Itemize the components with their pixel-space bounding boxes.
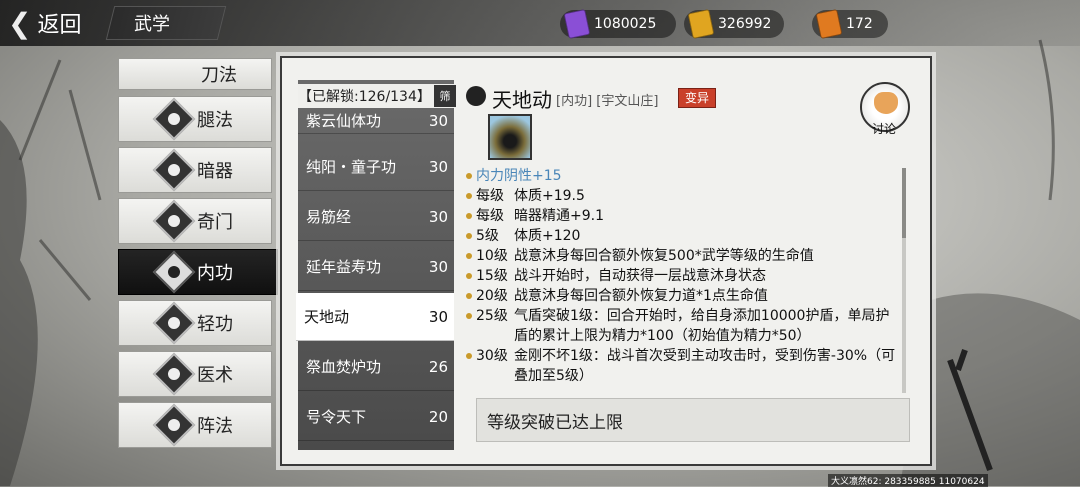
effect-row: 内力阴性+15 — [466, 166, 902, 186]
effect-scroll-thumb[interactable] — [902, 168, 906, 238]
list-item[interactable]: 号令天下 20 — [298, 393, 454, 441]
tab-label: 阵法 — [197, 416, 233, 437]
cat-avatar-icon — [874, 92, 898, 114]
bullet-icon — [466, 253, 472, 259]
effect-row: 25级 气盾突破1级：回合开始时，给自身添加10000护盾，单局护盾的累计上限为精… — [466, 306, 902, 346]
fire-token-icon — [815, 8, 843, 40]
skill-name: 天地动 — [304, 308, 350, 326]
scroll-icon — [152, 199, 196, 243]
effect-row: 20级 战意沐身每回合额外恢复力道*1点生命值 — [466, 286, 902, 306]
tab-label: 刀法 — [201, 65, 237, 86]
tab-lightness[interactable]: 轻功 — [118, 300, 272, 346]
tab-label: 暗器 — [197, 161, 233, 182]
bullet-icon — [466, 193, 472, 199]
currency-fire-value: 172 — [846, 16, 873, 32]
tab-label: 内功 — [197, 263, 233, 284]
yin-yang-icon — [152, 403, 196, 447]
running-icon — [152, 301, 196, 345]
watermark: 大义凛然62: 283359885 11070624 — [828, 474, 988, 487]
bullet-icon — [466, 233, 472, 239]
meditation-icon — [152, 250, 196, 294]
skill-level: 30 — [428, 157, 448, 176]
bullet-icon — [466, 293, 472, 299]
effect-row: 10级 战意沐身每回合额外恢复500*武学等级的生命值 — [466, 246, 902, 266]
skill-name: 延年益寿功 — [306, 258, 382, 276]
page-title: 武学 — [134, 14, 170, 35]
list-item[interactable]: 延年益寿功 30 — [298, 243, 454, 291]
bullet-icon — [466, 213, 472, 219]
skill-level: 30 — [428, 111, 448, 130]
unlock-count: 【已解锁:126/134】 — [298, 89, 431, 105]
tab-blade[interactable]: 刀法 — [118, 58, 272, 90]
back-button[interactable]: ❮ 返回 — [8, 6, 81, 40]
bullet-icon — [466, 353, 472, 359]
discuss-label: 讨论 — [872, 122, 897, 136]
currency-gold-value: 326992 — [718, 16, 772, 32]
tab-medicine[interactable]: 医术 — [118, 351, 272, 397]
shuriken-icon — [152, 148, 196, 192]
tab-inner-power[interactable]: 内功 — [118, 249, 278, 295]
tab-label: 医术 — [197, 365, 233, 386]
list-item-selected[interactable]: 天地动 30 — [296, 293, 454, 341]
list-item[interactable]: 易筋经 30 — [298, 193, 454, 241]
tab-label: 轻功 — [197, 314, 233, 335]
tab-kick[interactable]: 腿法 — [118, 96, 272, 142]
purple-token-icon — [563, 8, 591, 40]
currency-purple-value: 1080025 — [594, 16, 657, 32]
back-label: 返回 — [37, 13, 82, 38]
bullet-icon — [466, 173, 472, 179]
medicine-icon — [152, 352, 196, 396]
list-item[interactable]: 紫云仙体功 30 — [298, 108, 454, 134]
tab-hidden-weapon[interactable]: 暗器 — [118, 147, 272, 193]
bullet-icon — [466, 313, 472, 319]
list-item[interactable]: 祭血焚炉功 26 — [298, 343, 454, 391]
tab-formation[interactable]: 阵法 — [118, 402, 272, 448]
skill-level: 30 — [428, 207, 448, 226]
effect-row: 30级 金刚不坏1级：战斗首次受到主动攻击时，受到伤害-30%（可叠加至5级） — [466, 346, 902, 386]
mutation-button[interactable]: 变异 — [678, 88, 717, 108]
list-item[interactable]: 纯阳・童子功 30 — [298, 143, 454, 191]
skill-level: 30 — [428, 257, 448, 276]
skill-name: 纯阳・童子功 — [306, 158, 397, 176]
unlock-header: 【已解锁:126/134】 筛 — [298, 84, 456, 108]
effect-list[interactable]: 内力阴性+15 每级 体质+19.5 每级 暗器精通+9.1 5级 体质+120 10… — [466, 166, 902, 394]
effect-row: 15级 战斗开始时，自动获得一层战意沐身状态 — [466, 266, 902, 286]
inner-power-icon — [466, 86, 486, 106]
skill-name: 祭血焚炉功 — [306, 358, 382, 376]
chevron-left-icon: ❮ — [8, 6, 32, 40]
skill-level: 26 — [428, 357, 448, 376]
tab-label: 奇门 — [197, 212, 233, 233]
skill-level: 20 — [428, 407, 448, 426]
skill-meta: [内功] [宇文山庄] — [556, 94, 659, 109]
bullet-icon — [466, 273, 472, 279]
breakthrough-status: 等级突破已达上限 — [476, 398, 910, 442]
skill-name: 紫云仙体功 — [306, 112, 382, 130]
skill-title: 天地动 — [492, 88, 552, 112]
skill-name: 易筋经 — [306, 208, 352, 226]
skill-level: 30 — [428, 307, 448, 326]
effect-row: 5级 体质+120 — [466, 226, 902, 246]
effect-row: 每级 体质+19.5 — [466, 186, 902, 206]
skill-name: 号令天下 — [306, 408, 367, 426]
effect-row: 每级 暗器精通+9.1 — [466, 206, 902, 226]
kick-icon — [152, 97, 196, 141]
skill-portrait — [488, 114, 532, 160]
gold-token-icon — [687, 8, 715, 40]
filter-button[interactable]: 筛 — [434, 85, 456, 107]
tab-label: 腿法 — [197, 110, 233, 131]
tab-exotic[interactable]: 奇门 — [118, 198, 272, 244]
